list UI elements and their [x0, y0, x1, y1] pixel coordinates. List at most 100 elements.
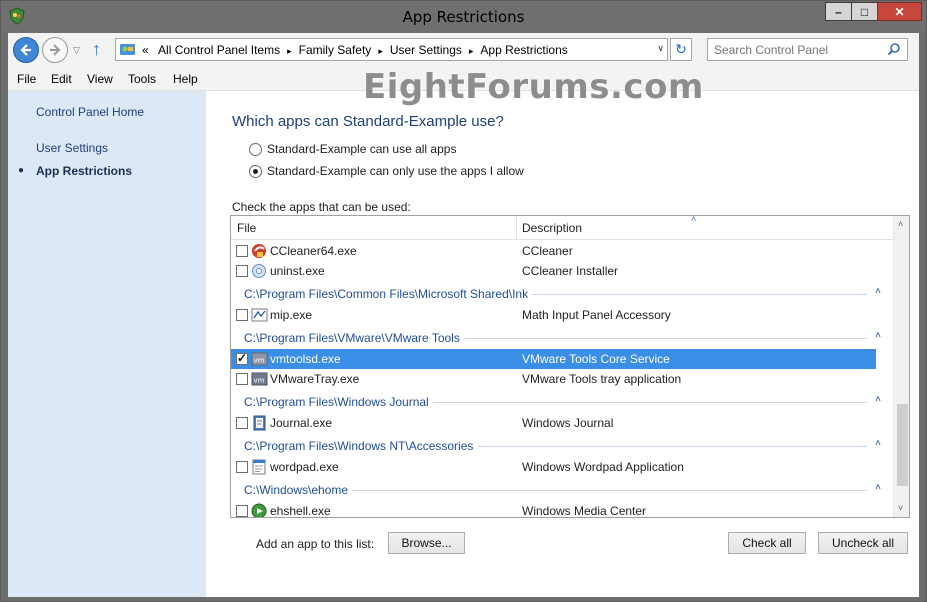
- breadcrumb-app-restrictions[interactable]: App Restrictions: [480, 43, 567, 57]
- breadcrumb-overflow[interactable]: «: [142, 43, 149, 57]
- column-divider[interactable]: [516, 216, 517, 240]
- app-description: Windows Wordpad Application: [522, 460, 684, 474]
- address-dropdown-button[interactable]: ∨: [657, 43, 664, 54]
- group-path: C:\Program Files\Common Files\Microsoft …: [244, 287, 533, 301]
- minimize-button[interactable]: –: [825, 2, 851, 21]
- breadcrumb-user-settings[interactable]: User Settings: [390, 43, 462, 57]
- wordpad-icon: [252, 459, 266, 475]
- recent-locations-button[interactable]: ▽: [73, 45, 80, 56]
- app-checkbox[interactable]: [236, 309, 248, 321]
- radio-allowed-apps[interactable]: Standard-Example can only use the apps I…: [249, 164, 524, 178]
- app-checkbox[interactable]: [236, 461, 248, 473]
- sort-indicator-icon: ˄: [691, 215, 697, 224]
- group-header-windows-journal[interactable]: C:\Program Files\Windows Journal ˄: [231, 392, 893, 412]
- check-all-button[interactable]: Check all: [728, 532, 806, 554]
- collapse-chevron-icon[interactable]: ˄: [875, 394, 881, 405]
- menu-file[interactable]: File: [17, 72, 36, 86]
- group-header-ehome[interactable]: C:\Windows\ehome ˄: [231, 480, 893, 500]
- up-button[interactable]: ↑: [92, 39, 101, 60]
- menu-edit[interactable]: Edit: [51, 72, 72, 86]
- refresh-button[interactable]: ↻: [670, 38, 692, 61]
- browse-button[interactable]: Browse...: [388, 532, 465, 554]
- sidebar-item-user-settings[interactable]: User Settings: [36, 141, 108, 155]
- scroll-up-icon[interactable]: ˄: [898, 219, 903, 229]
- group-header-vmware-tools[interactable]: C:\Program Files\VMware\VMware Tools ˄: [231, 328, 893, 348]
- radio-allowed-apps-control[interactable]: [249, 164, 262, 178]
- app-checkbox[interactable]: [236, 417, 248, 429]
- radio-all-apps-control[interactable]: [249, 142, 262, 156]
- breadcrumb-all-items[interactable]: All Control Panel Items: [158, 43, 280, 57]
- list-item[interactable]: Journal.exe Windows Journal: [231, 413, 876, 433]
- breadcrumb-family-safety[interactable]: Family Safety: [299, 43, 372, 57]
- collapse-chevron-icon[interactable]: ˄: [875, 330, 881, 341]
- breadcrumb-separator[interactable]: ▸: [469, 46, 474, 56]
- app-checkbox[interactable]: [236, 245, 248, 257]
- control-panel-icon: [120, 44, 135, 55]
- vmware-icon: vm: [251, 352, 268, 366]
- app-checkbox-checked[interactable]: [236, 351, 248, 365]
- collapse-chevron-icon[interactable]: ˄: [875, 286, 881, 297]
- vertical-scrollbar[interactable]: ˄ ˅: [893, 216, 909, 517]
- list-item[interactable]: ehshell.exe Windows Media Center: [231, 501, 876, 518]
- sidebar-item-app-restrictions: App Restrictions: [36, 164, 133, 178]
- apps-list-label: Check the apps that can be used:: [232, 200, 411, 214]
- app-window: App Restrictions – □ ✕ ▽ ↑ « All Control…: [0, 0, 927, 602]
- group-header-ink[interactable]: C:\Program Files\Common Files\Microsoft …: [231, 284, 893, 304]
- math-input-icon: [251, 308, 268, 322]
- svg-text:vm: vm: [254, 377, 265, 385]
- app-checkbox[interactable]: [236, 373, 248, 385]
- uncheck-all-button[interactable]: Uncheck all: [818, 532, 908, 554]
- column-header-file[interactable]: File: [237, 221, 256, 235]
- search-icon[interactable]: [887, 42, 901, 56]
- back-button[interactable]: [13, 37, 39, 63]
- apps-list[interactable]: File Description ˄ CCleaner64.exe CClean…: [230, 215, 910, 518]
- app-description: VMware Tools tray application: [522, 372, 682, 386]
- list-item-selected[interactable]: vm vmtoolsd.exe VMware Tools Core Servic…: [231, 349, 876, 369]
- back-arrow-icon: [20, 44, 31, 56]
- list-item[interactable]: CCleaner64.exe CCleaner: [231, 241, 876, 261]
- list-item[interactable]: vm VMwareTray.exe VMware Tools tray appl…: [231, 369, 876, 389]
- app-checkbox[interactable]: [236, 505, 248, 517]
- group-header-accessories[interactable]: C:\Program Files\Windows NT\Accessories …: [231, 436, 893, 456]
- forward-button[interactable]: [42, 37, 68, 63]
- active-bullet: ●: [18, 165, 25, 176]
- title-bar[interactable]: App Restrictions – □ ✕: [1, 1, 926, 33]
- collapse-chevron-icon[interactable]: ˄: [875, 482, 881, 493]
- navigation-bar: ▽ ↑ « All Control Panel Items ▸ Family Saf…: [8, 33, 919, 67]
- scrollbar-thumb[interactable]: [897, 404, 908, 486]
- list-item[interactable]: uninst.exe CCleaner Installer: [231, 261, 876, 281]
- app-file-name: Journal.exe: [270, 416, 333, 430]
- group-path: C:\Program Files\Windows NT\Accessories: [244, 439, 478, 453]
- menu-tools[interactable]: Tools: [128, 72, 156, 86]
- app-file-name: ehshell.exe: [270, 504, 331, 518]
- svg-text:vm: vm: [254, 357, 265, 365]
- add-app-label: Add an app to this list:: [256, 537, 375, 551]
- scroll-down-icon[interactable]: ˅: [898, 503, 903, 513]
- collapse-chevron-icon[interactable]: ˄: [875, 438, 881, 449]
- list-header: File Description ˄: [231, 216, 893, 240]
- app-file-name: uninst.exe: [270, 264, 325, 278]
- search-input[interactable]: [714, 40, 884, 60]
- radio-all-apps-label[interactable]: Standard-Example can use all apps: [267, 142, 456, 156]
- app-file-name: mip.exe: [270, 308, 313, 322]
- app-file-name: wordpad.exe: [270, 460, 339, 474]
- close-button[interactable]: ✕: [877, 2, 922, 21]
- breadcrumb: « All Control Panel Items ▸ Family Safety ▸…: [142, 43, 568, 57]
- breadcrumb-separator[interactable]: ▸: [287, 46, 292, 56]
- watermark: EightForums.com: [363, 67, 704, 107]
- search-box[interactable]: [707, 38, 908, 61]
- app-checkbox[interactable]: [236, 265, 248, 277]
- list-item[interactable]: wordpad.exe Windows Wordpad Application: [231, 457, 876, 477]
- breadcrumb-separator[interactable]: ▸: [378, 46, 383, 56]
- column-header-description[interactable]: Description: [522, 221, 582, 235]
- address-bar[interactable]: « All Control Panel Items ▸ Family Safety ▸…: [115, 38, 668, 61]
- page-title: Which apps can Standard-Example use?: [232, 113, 504, 130]
- sidebar-item-control-panel-home[interactable]: Control Panel Home: [36, 105, 144, 119]
- main-content: Which apps can Standard-Example use? Sta…: [206, 91, 919, 597]
- menu-help[interactable]: Help: [173, 72, 198, 86]
- maximize-button[interactable]: □: [851, 2, 877, 21]
- list-item[interactable]: mip.exe Math Input Panel Accessory: [231, 305, 876, 325]
- radio-all-apps[interactable]: Standard-Example can use all apps: [249, 142, 456, 156]
- menu-view[interactable]: View: [87, 72, 113, 86]
- radio-allowed-apps-label[interactable]: Standard-Example can only use the apps I…: [267, 164, 524, 178]
